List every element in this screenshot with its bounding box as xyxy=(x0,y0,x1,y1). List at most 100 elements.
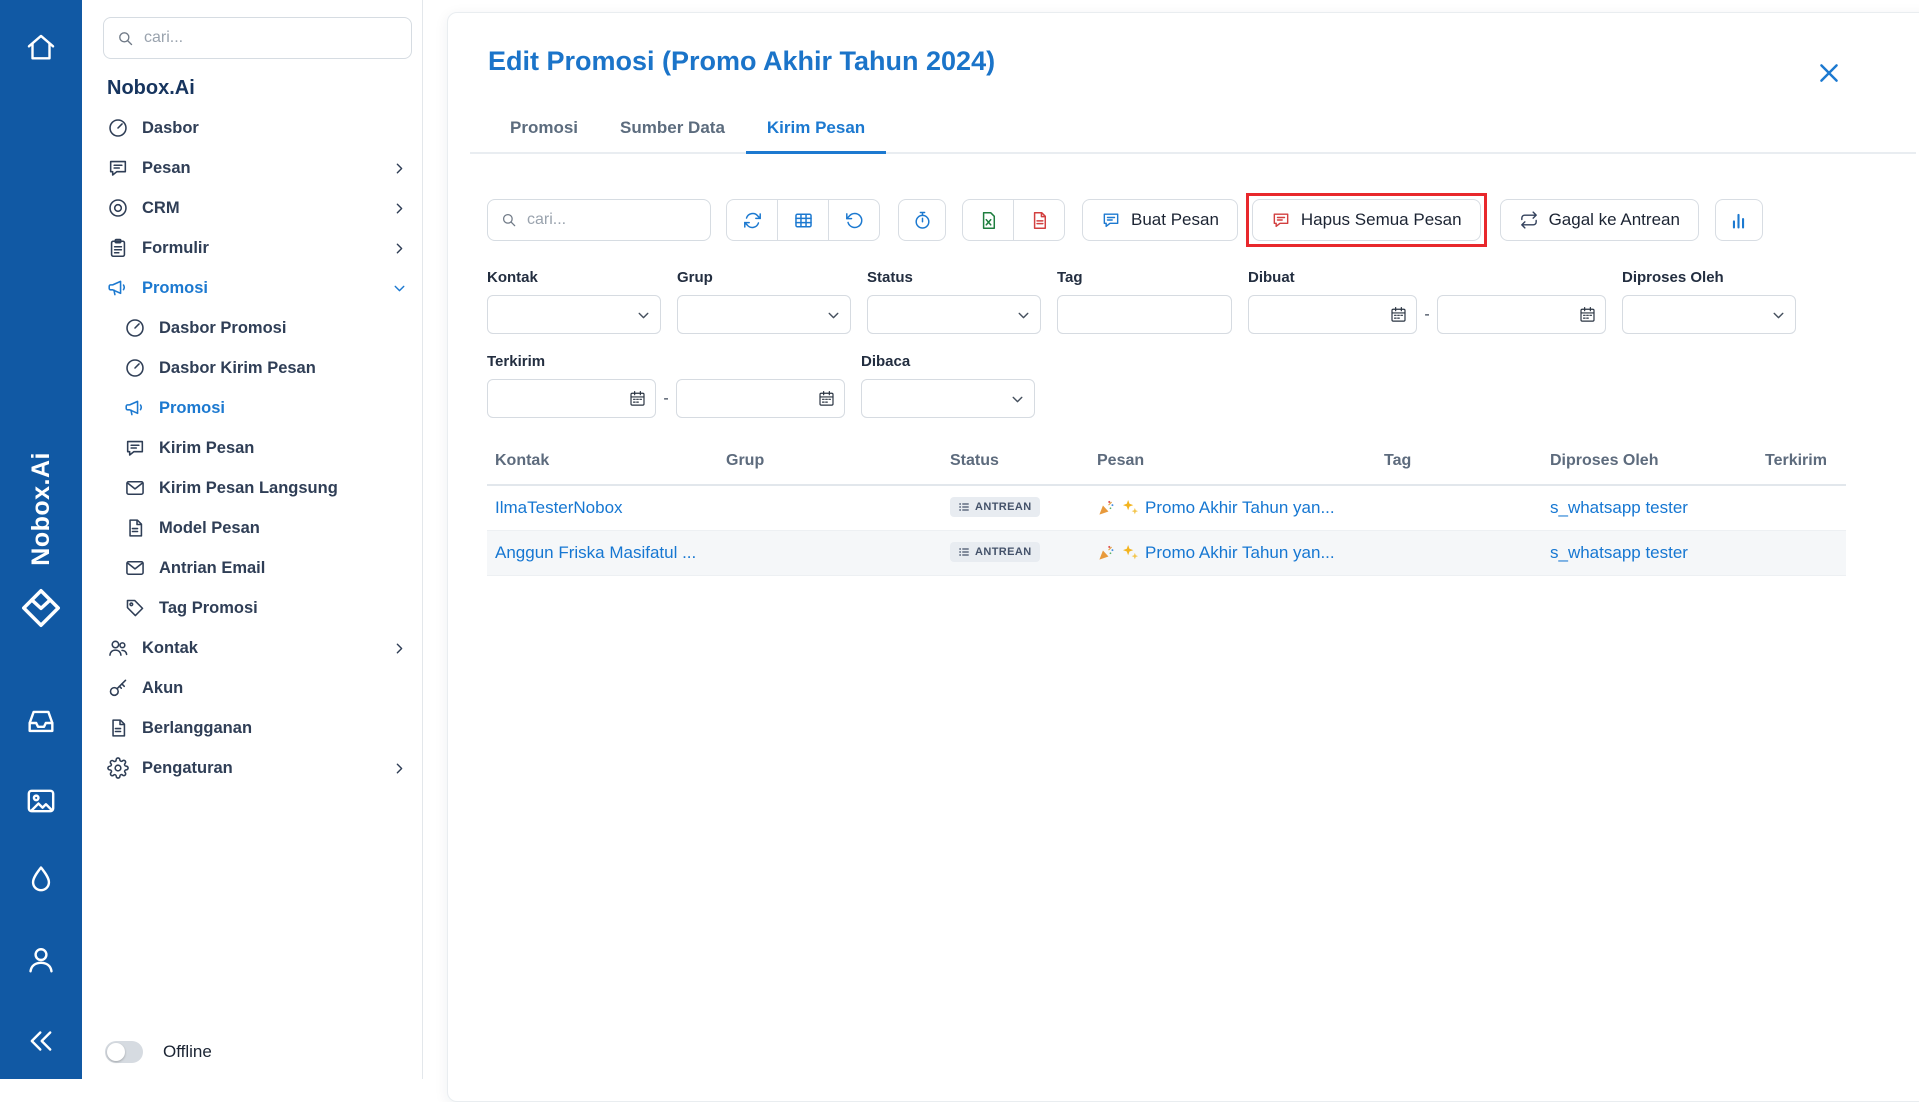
calendar-icon[interactable] xyxy=(1578,305,1597,324)
sidebar-item-model-pesan[interactable]: Model Pesan xyxy=(103,508,412,548)
sidebar-item-promosi[interactable]: Promosi xyxy=(103,268,412,308)
repeat-icon xyxy=(1519,210,1539,230)
chart-button[interactable] xyxy=(1715,199,1763,241)
calendar-icon[interactable] xyxy=(1389,305,1408,324)
sidebar-item-akun[interactable]: Akun xyxy=(103,668,412,708)
reset-button[interactable] xyxy=(828,199,880,241)
sidebar-item-dasbor-promosi[interactable]: Dasbor Promosi xyxy=(103,308,412,348)
file-icon xyxy=(107,717,129,739)
sidebar-item-tag-promosi[interactable]: Tag Promosi xyxy=(103,588,412,628)
refresh-button[interactable] xyxy=(726,199,778,241)
megaphone-icon xyxy=(107,277,129,299)
sidebar-item-kontak[interactable]: Kontak xyxy=(103,628,412,668)
col-header-pesan[interactable]: Pesan xyxy=(1089,442,1376,485)
chevron-right-icon xyxy=(391,760,408,777)
grup-select[interactable] xyxy=(677,295,851,334)
table-icon xyxy=(793,210,814,231)
pesan-link[interactable]: Promo Akhir Tahun yan... xyxy=(1145,498,1335,518)
sidebar-item-label: Model Pesan xyxy=(159,519,412,538)
col-header-tag[interactable]: Tag xyxy=(1376,442,1542,485)
filter-dibaca: Dibaca xyxy=(861,353,1035,418)
filter-label: Dibuat xyxy=(1248,269,1606,286)
sidebar-item-label: Kirim Pesan xyxy=(159,439,412,458)
sidebar-item-berlangganan[interactable]: Berlangganan xyxy=(103,708,412,748)
rail-brand: Nobox.Ai xyxy=(0,452,82,630)
contact-link[interactable]: IlmaTesterNobox xyxy=(495,498,623,517)
tab-promosi[interactable]: Promosi xyxy=(489,104,599,154)
export-pdf-button[interactable] xyxy=(1013,199,1065,241)
status-badge: ANTREAN xyxy=(950,542,1040,562)
schedule-button[interactable] xyxy=(898,199,946,241)
tag-cell xyxy=(1376,485,1542,530)
home-icon[interactable] xyxy=(24,30,58,64)
target-icon xyxy=(107,197,129,219)
tag-icon xyxy=(124,597,146,619)
offline-label: Offline xyxy=(163,1042,212,1062)
dibaca-select[interactable] xyxy=(861,379,1035,418)
filter-diproses-oleh: Diproses Oleh xyxy=(1622,269,1796,334)
export-excel-button[interactable] xyxy=(962,199,1014,241)
sidebar-item-antrian-email[interactable]: Antrian Email xyxy=(103,548,412,588)
tab-sumber-data[interactable]: Sumber Data xyxy=(599,104,746,154)
sidebar-item-kirim-pesan[interactable]: Kirim Pesan xyxy=(103,428,412,468)
sidebar-item-label: Dasbor xyxy=(142,119,412,138)
sidebar-search-input[interactable] xyxy=(144,29,399,47)
buat-pesan-button[interactable]: Buat Pesan xyxy=(1082,199,1238,241)
diproses-oleh-link[interactable]: s_whatsapp tester xyxy=(1550,498,1688,517)
sidebar-item-crm[interactable]: CRM xyxy=(103,188,412,228)
filter-grup: Grup xyxy=(677,269,851,334)
sidebar-item-pengaturan[interactable]: Pengaturan xyxy=(103,748,412,788)
image-icon[interactable] xyxy=(24,784,58,818)
col-header-grup[interactable]: Grup xyxy=(718,442,942,485)
table-view-button[interactable] xyxy=(777,199,829,241)
col-header-diproses-oleh[interactable]: Diproses Oleh xyxy=(1542,442,1757,485)
buat-pesan-label: Buat Pesan xyxy=(1131,210,1219,230)
filter-label: Terkirim xyxy=(487,353,845,370)
sidebar-item-dasbor-kirim-pesan[interactable]: Dasbor Kirim Pesan xyxy=(103,348,412,388)
excel-file-icon xyxy=(978,210,999,231)
table-search-input[interactable] xyxy=(527,211,698,229)
table-row[interactable]: IlmaTesterNobox ANTREAN Promo Akhir Tahu… xyxy=(487,485,1846,530)
col-header-kontak[interactable]: Kontak xyxy=(487,442,718,485)
chevron-down-icon xyxy=(825,307,842,324)
sidebar-item-formulir[interactable]: Formulir xyxy=(103,228,412,268)
contact-link[interactable]: Anggun Friska Masifatul ... xyxy=(495,543,696,562)
chevron-down-icon xyxy=(391,280,408,297)
user-icon[interactable] xyxy=(24,943,58,977)
tag-cell xyxy=(1376,530,1542,575)
col-header-terkirim[interactable]: Terkirim xyxy=(1757,442,1846,485)
offline-toggle[interactable] xyxy=(105,1041,143,1063)
sidebar-item-kirim-pesan-langsung[interactable]: Kirim Pesan Langsung xyxy=(103,468,412,508)
sidebar-item-label: Pesan xyxy=(142,159,391,178)
collapse-sidebar-icon[interactable] xyxy=(24,1024,58,1058)
calendar-icon[interactable] xyxy=(628,389,647,408)
sidebar-item-pesan[interactable]: Pesan xyxy=(103,148,412,188)
sidebar-title: Nobox.Ai xyxy=(107,77,412,100)
range-separator: - xyxy=(656,390,676,408)
paint-drop-icon[interactable] xyxy=(24,863,58,897)
calendar-icon[interactable] xyxy=(817,389,836,408)
close-icon[interactable] xyxy=(1815,59,1843,87)
tab-kirim-pesan[interactable]: Kirim Pesan xyxy=(746,104,886,154)
sidebar-item-dasbor[interactable]: Dasbor xyxy=(103,108,412,148)
annotation-red-box: Hapus Semua Pesan xyxy=(1246,193,1487,247)
diproses-oleh-select[interactable] xyxy=(1622,295,1796,334)
gagal-ke-antrean-button[interactable]: Gagal ke Antrean xyxy=(1500,199,1699,241)
search-icon xyxy=(116,29,135,48)
view-button-group xyxy=(726,199,880,241)
hapus-semua-pesan-button[interactable]: Hapus Semua Pesan xyxy=(1252,199,1481,241)
sidebar-item-label: Akun xyxy=(142,679,412,698)
filter-label: Dibaca xyxy=(861,353,1035,370)
col-header-status[interactable]: Status xyxy=(942,442,1089,485)
filter-label: Kontak xyxy=(487,269,661,286)
sidebar-item-promosi-sub[interactable]: Promosi xyxy=(103,388,412,428)
inbox-icon[interactable] xyxy=(24,704,58,738)
status-select[interactable] xyxy=(867,295,1041,334)
tag-input[interactable] xyxy=(1057,295,1232,334)
kontak-select[interactable] xyxy=(487,295,661,334)
pesan-link[interactable]: Promo Akhir Tahun yan... xyxy=(1145,543,1335,563)
search-icon xyxy=(500,211,518,229)
diproses-oleh-link[interactable]: s_whatsapp tester xyxy=(1550,543,1688,562)
table-row[interactable]: Anggun Friska Masifatul ... ANTREAN Prom… xyxy=(487,530,1846,575)
offline-control: Offline xyxy=(105,1041,212,1063)
